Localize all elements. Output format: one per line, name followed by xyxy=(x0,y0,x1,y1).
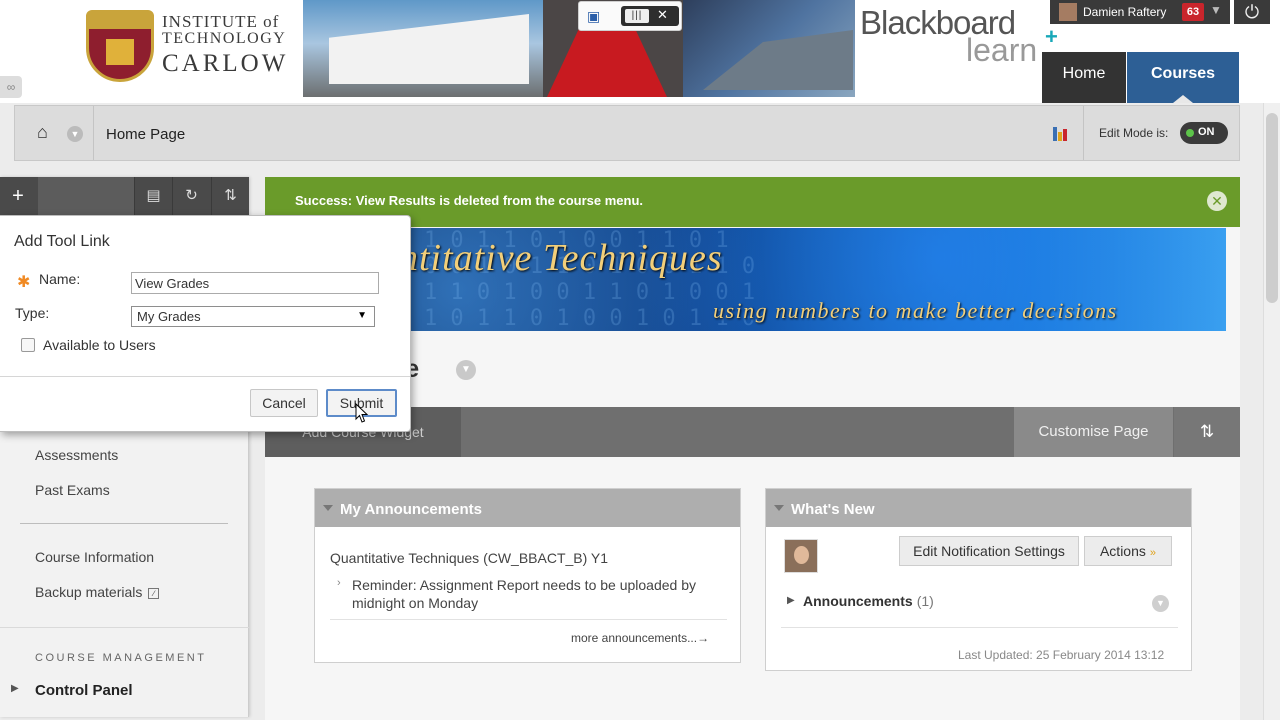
announcement-item[interactable]: Reminder: Assignment Report needs to be … xyxy=(352,576,732,612)
chevron-right-icon[interactable]: ▶ xyxy=(787,595,795,606)
institution-name-line1: INSTITUTE of xyxy=(162,12,280,31)
tab-courses[interactable]: Courses xyxy=(1127,52,1239,103)
banner-photo-wall xyxy=(683,0,855,97)
institution-name-line3: CARLOW xyxy=(162,50,289,77)
folder-icon[interactable]: ▤ xyxy=(134,177,172,215)
institution-name-line2: TECHNOLOGY xyxy=(162,30,287,47)
widget-toolbar: Add Course Widget Customise Page ⇅ xyxy=(265,407,1240,457)
screen-recorder-widget: ▣ ||| ✕ xyxy=(578,1,682,31)
required-icon: ✱ xyxy=(17,274,31,291)
actions-button[interactable]: Actions» xyxy=(1084,536,1172,566)
whats-new-module: What's New Edit Notification Settings Ac… xyxy=(765,488,1192,671)
power-icon[interactable]: ⏻ xyxy=(1234,0,1270,24)
menu-item-label: Backup materials xyxy=(35,584,143,600)
recorder-controls: ||| ✕ xyxy=(621,6,679,26)
chevron-down-icon[interactable] xyxy=(323,505,333,511)
last-updated: Last Updated: 25 February 2014 13:12 xyxy=(958,648,1165,662)
close-icon[interactable]: ✕ xyxy=(657,7,668,23)
breadcrumb: ⌂ ▼ Home Page Edit Mode is: ON xyxy=(14,105,1240,161)
announcement-course: Quantitative Techniques (CW_BBACT_B) Y1 xyxy=(330,550,609,566)
link-icon[interactable]: ∞ xyxy=(0,76,22,98)
avatar xyxy=(784,539,818,573)
top-banner: INSTITUTE of TECHNOLOGY CARLOW ▣ ||| ✕ B… xyxy=(0,0,1280,103)
chevron-down-icon[interactable]: ▼ xyxy=(67,126,83,142)
user-menu[interactable]: Damien Raftery 63 ▼ xyxy=(1050,0,1230,24)
chevron-down-icon[interactable] xyxy=(774,505,784,511)
module-header: My Announcements xyxy=(315,489,740,527)
name-input[interactable] xyxy=(131,272,379,294)
menu-item-assessments[interactable]: Assessments xyxy=(35,447,118,463)
type-select[interactable]: My Grades ▼ xyxy=(131,306,375,327)
audio-icon[interactable]: ▣ xyxy=(587,7,605,25)
chevron-down-icon: » xyxy=(1149,547,1157,559)
blackboard-learn-logo: learn xyxy=(966,32,1038,68)
whats-new-row[interactable]: Announcements (1) xyxy=(803,593,934,609)
pause-icon[interactable]: ||| xyxy=(625,9,649,23)
module-title: What's New xyxy=(791,501,875,518)
menu-item-past-exams[interactable]: Past Exams xyxy=(35,482,110,498)
more-announcements-link[interactable]: more announcements...→ xyxy=(571,631,709,645)
banner-photo-building xyxy=(303,0,543,97)
chevron-down-icon[interactable]: ▼ xyxy=(1210,3,1222,17)
breadcrumb-current: Home Page xyxy=(106,126,186,143)
chevron-right-icon[interactable]: ▶ xyxy=(11,683,19,694)
edit-mode-label: Edit Mode is: xyxy=(1099,126,1169,140)
edit-notification-settings-button[interactable]: Edit Notification Settings xyxy=(899,536,1079,566)
module-title: My Announcements xyxy=(340,501,482,518)
pointer-cursor-icon xyxy=(355,403,369,423)
edit-mode-toggle[interactable]: ON xyxy=(1180,122,1228,144)
hidden-item-icon: ∕ xyxy=(148,587,160,599)
control-panel-link[interactable]: Control Panel xyxy=(35,682,133,699)
type-select-value: My Grades xyxy=(137,309,201,324)
banner-title: antitative Techniques xyxy=(379,237,723,279)
notification-badge[interactable]: 63 xyxy=(1182,3,1204,21)
edit-mode-value: ON xyxy=(1198,126,1215,138)
crest-icon xyxy=(86,10,154,82)
module-header: What's New xyxy=(766,489,1191,527)
type-label: Type: xyxy=(15,305,50,321)
available-to-users-checkbox[interactable] xyxy=(21,338,35,352)
success-receipt: Success: View Results is deleted from th… xyxy=(265,177,1240,227)
avatar xyxy=(1059,3,1077,21)
tab-home[interactable]: Home xyxy=(1042,52,1126,103)
sort-icon[interactable]: ⇅ xyxy=(211,177,249,215)
add-tool-link-dialog: Add Tool Link ✱ Name: Type: My Grades ▼ … xyxy=(0,215,411,432)
institution-logo[interactable]: INSTITUTE of TECHNOLOGY CARLOW xyxy=(86,10,286,84)
actions-label: Actions xyxy=(1099,543,1146,559)
chevron-right-icon: › xyxy=(337,577,341,589)
user-name: Damien Raftery xyxy=(1083,5,1167,19)
plus-icon[interactable]: + xyxy=(0,177,36,215)
course-management-heading: COURSE MANAGEMENT xyxy=(35,652,207,664)
announcements-module: My Announcements Quantitative Techniques… xyxy=(314,488,741,663)
sort-icon[interactable]: ⇅ xyxy=(1174,407,1240,457)
row-count: (1) xyxy=(916,593,934,609)
home-icon[interactable]: ⌂ xyxy=(37,123,57,141)
course-menu-toolbar: + ▤ ↻ ⇅ xyxy=(0,177,249,215)
available-to-users-label[interactable]: Available to Users xyxy=(43,337,156,353)
banner-subtitle: using numbers to make better decisions xyxy=(713,298,1118,323)
chevron-down-icon: ▼ xyxy=(357,310,367,321)
refresh-icon[interactable]: ↻ xyxy=(172,177,210,215)
success-message: Success: View Results is deleted from th… xyxy=(295,193,643,208)
plus-logo-icon: + xyxy=(1045,24,1058,49)
chevron-down-icon[interactable]: ▼ xyxy=(456,360,476,380)
page-scrollbar[interactable] xyxy=(1263,103,1280,720)
dialog-title: Add Tool Link xyxy=(14,233,110,250)
name-label: Name: xyxy=(39,271,81,287)
cancel-button[interactable]: Cancel xyxy=(250,389,318,417)
scrollbar-thumb[interactable] xyxy=(1266,113,1278,303)
menu-toolbar-field xyxy=(38,177,134,215)
menu-item-backup-materials[interactable]: Backup materials ∕ xyxy=(35,584,160,600)
main-content: Success: View Results is deleted from th… xyxy=(265,177,1240,720)
close-icon[interactable]: ✕ xyxy=(1207,191,1227,211)
tab-courses-label: Courses xyxy=(1150,65,1216,82)
customise-page-button[interactable]: Customise Page xyxy=(1014,407,1173,457)
row-label: Announcements xyxy=(803,593,913,609)
chevron-down-icon[interactable]: ▼ xyxy=(1152,595,1169,612)
performance-chart-icon[interactable] xyxy=(1053,127,1069,141)
menu-item-course-information[interactable]: Course Information xyxy=(35,549,154,565)
